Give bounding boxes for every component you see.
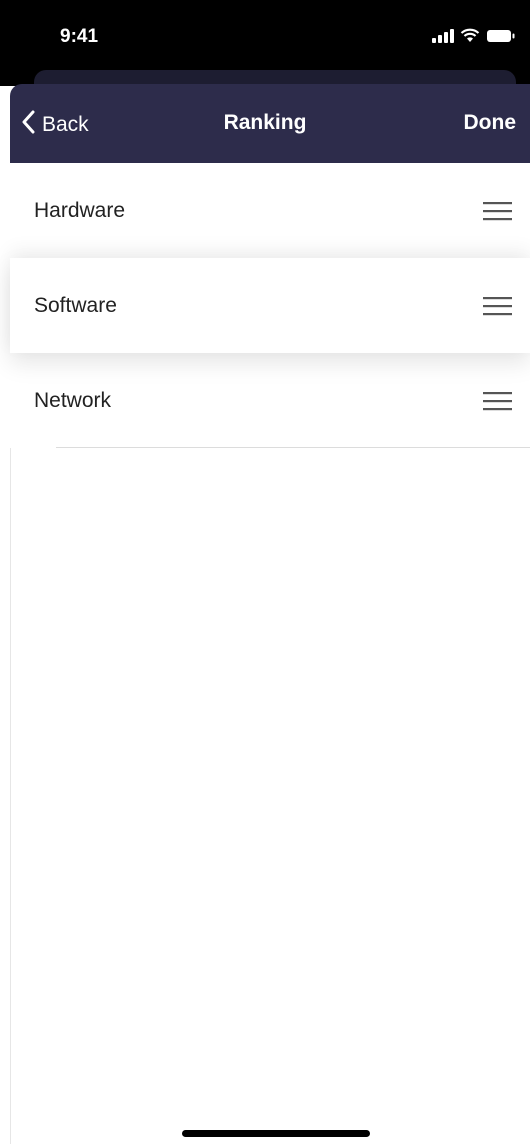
page-title: Ranking [223,111,307,134]
list-item-label: Software [34,294,117,317]
navigation-bar: Back Ranking Done [10,84,530,163]
drag-handle-icon[interactable] [483,391,512,411]
cellular-signal-icon [432,28,454,48]
battery-icon [486,29,516,48]
wifi-icon [460,28,480,48]
list-item[interactable]: Hardware [10,163,530,258]
drag-handle-icon[interactable] [483,296,512,316]
list-item-label: Network [34,389,112,412]
list-item-dragging[interactable]: Software [10,258,530,353]
phone-screen: 9:41 Back Ranking Done Hardware Software… [0,0,530,1144]
status-icons [432,28,516,48]
list-item-label: Hardware [34,199,126,222]
done-button[interactable]: Done [464,111,517,135]
status-time: 9:41 [60,26,99,47]
home-indicator[interactable] [182,1130,370,1137]
drag-handle-icon[interactable] [483,201,512,221]
list-item[interactable]: Network [10,353,530,448]
ranking-list: Hardware Software Network [10,163,530,448]
